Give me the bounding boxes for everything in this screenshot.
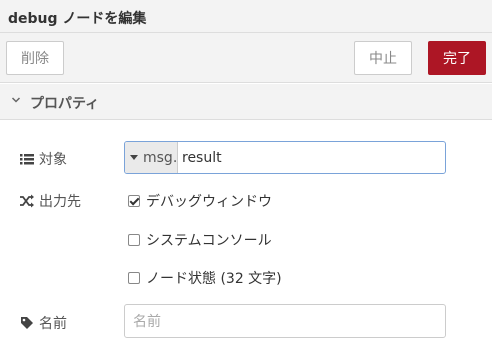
delete-button[interactable]: 削除 [6, 41, 64, 75]
checkbox-node-status[interactable] [128, 272, 140, 284]
output-label-text: 出力先 [39, 194, 81, 210]
output-option-status[interactable]: ノード状態 (32 文字) [128, 268, 282, 288]
target-label: 対象 [20, 149, 67, 169]
done-button[interactable]: 完了 [428, 41, 486, 75]
tag-icon [21, 317, 33, 329]
name-input[interactable]: 名前 [124, 304, 446, 338]
checkbox-system-console[interactable] [128, 234, 140, 246]
option-label: デバッグウィンドウ [146, 194, 272, 210]
target-typed-input: msg. result [124, 141, 446, 174]
target-label-text: 対象 [39, 152, 67, 168]
type-prefix: msg. [143, 149, 178, 166]
name-label: 名前 [20, 313, 67, 333]
target-value-input[interactable]: result [178, 142, 445, 173]
output-label: 出力先 [20, 191, 81, 211]
dialog-title: debug ノードを編集 [8, 11, 147, 27]
section-title: プロパティ [30, 96, 100, 112]
name-label-text: 名前 [39, 316, 67, 332]
option-label: ノード状態 (32 文字) [146, 271, 282, 287]
cancel-button[interactable]: 中止 [354, 41, 412, 75]
type-select-button[interactable]: msg. [125, 142, 178, 173]
properties-section-header[interactable]: プロパティ [0, 84, 492, 120]
list-icon [20, 154, 34, 165]
caret-down-icon [130, 155, 138, 160]
output-option-console[interactable]: システムコンソール [128, 230, 272, 250]
shuffle-icon [20, 194, 34, 208]
chevron-down-icon [11, 97, 21, 103]
dialog-toolbar: 削除 中止 完了 [0, 33, 492, 83]
output-option-debug[interactable]: デバッグウィンドウ [128, 191, 272, 211]
option-label: システムコンソール [146, 233, 272, 249]
dialog-header: debug ノードを編集 [0, 0, 492, 33]
checkbox-debug-window[interactable] [128, 195, 140, 207]
